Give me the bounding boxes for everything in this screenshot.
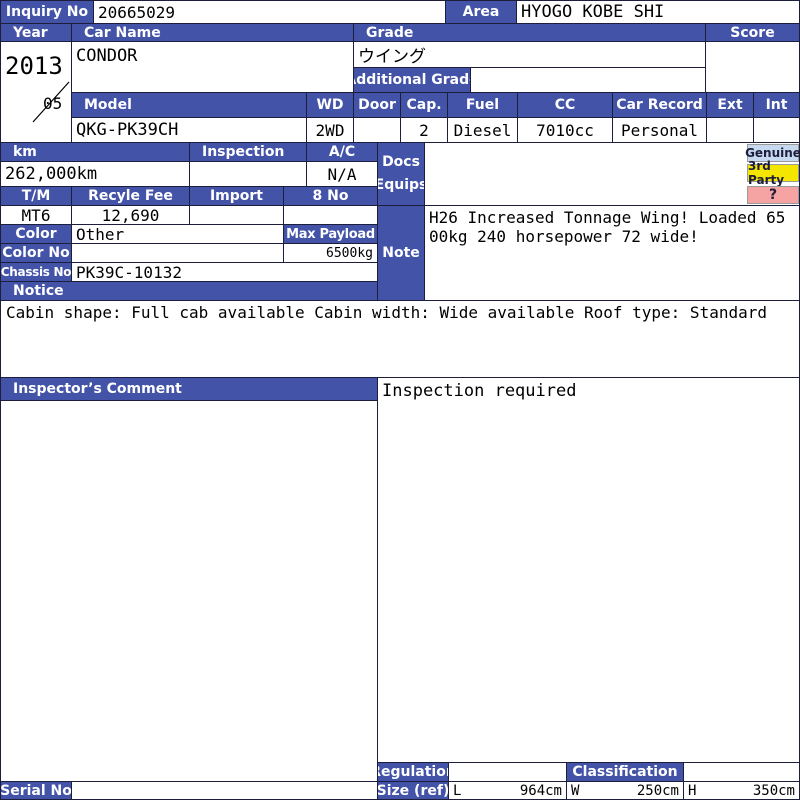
door-label: Door <box>353 92 401 118</box>
color-label: Color <box>0 224 72 244</box>
length-value: 964cm <box>519 782 562 799</box>
month-value: 05 <box>43 94 63 113</box>
fuel-value: Diesel <box>447 117 518 143</box>
import-label: Import <box>189 186 284 206</box>
height-label: H <box>688 782 697 799</box>
third-party-badge: 3rd Party <box>747 159 799 187</box>
wd-label: WD <box>306 92 354 118</box>
door-value <box>353 117 401 143</box>
width-label: W <box>571 782 580 799</box>
inspection-status-area: Inspection required <box>377 377 800 763</box>
car-record-value: Personal <box>612 117 707 143</box>
height-value: 350cm <box>752 782 795 799</box>
grade-label: Grade <box>353 23 706 42</box>
inspector-comment-label: Inspector’s Comment <box>0 377 378 401</box>
eight-no-label: 8 No <box>283 186 378 206</box>
model-value: QKG-PK39CH <box>71 117 307 143</box>
docs-label: Docs <box>382 154 420 170</box>
recycle-fee-value: 12,690 <box>71 205 190 225</box>
inquiry-no-label: Inquiry No <box>0 0 94 24</box>
import-value <box>189 205 284 225</box>
eight-no-value <box>283 205 378 225</box>
additional-grade-label: Additional Grade <box>353 67 471 93</box>
width-value: 250cm <box>636 782 679 799</box>
car-name-label: Car Name <box>71 23 354 42</box>
year-cell: 2013 05 <box>0 41 72 143</box>
cc-value: 7010cc <box>517 117 613 143</box>
docs-equips-value <box>424 142 800 206</box>
notice-value: Cabin shape: Full cab available Cabin wi… <box>0 300 800 378</box>
year-label: Year <box>0 23 72 42</box>
note-value: H26 Increased Tonnage Wing! Loaded 6500k… <box>424 205 800 301</box>
max-payload-label: Max Payload <box>283 224 378 244</box>
score-value <box>705 41 800 93</box>
note-label: Note <box>377 205 425 301</box>
notice-label: Notice <box>0 281 378 301</box>
height-cell: H 350cm <box>683 781 800 800</box>
cc-label: CC <box>517 92 613 118</box>
cap-label: Cap. <box>400 92 448 118</box>
color-no-value <box>71 243 284 263</box>
classification-value <box>683 762 800 782</box>
chassis-no-label: Chassis No <box>0 262 72 282</box>
fuel-label: Fuel <box>447 92 518 118</box>
classification-label: Classification <box>566 762 684 782</box>
area-value: HYOGO KOBE SHI <box>516 0 800 24</box>
docs-equips-label: Docs Equips <box>377 142 425 206</box>
car-name-value: CONDOR <box>71 41 354 93</box>
area-label: Area <box>445 0 517 24</box>
ext-value <box>706 117 754 143</box>
ac-label: A/C <box>306 142 378 162</box>
tm-label: T/M <box>0 186 72 206</box>
size-ref-label: Size (ref) <box>377 781 449 800</box>
cap-value: 2 <box>400 117 448 143</box>
int-value <box>753 117 800 143</box>
recycle-fee-label: Recyle Fee <box>71 186 190 206</box>
km-value: 262,000km <box>0 161 190 187</box>
wd-value: 2WD <box>306 117 354 143</box>
score-label: Score <box>705 23 800 42</box>
unknown-badge: ? <box>747 186 799 204</box>
color-no-label: Color No <box>0 243 72 263</box>
regulation-label: Regulation <box>377 762 449 782</box>
model-label: Model <box>71 92 307 118</box>
int-label: Int <box>753 92 800 118</box>
max-payload-value: 6500kg <box>283 243 378 263</box>
width-cell: W 250cm <box>566 781 684 800</box>
ac-value: N/A <box>306 161 378 187</box>
year-value: 2013 <box>5 52 63 80</box>
serial-no-label: Serial No <box>0 781 72 800</box>
inquiry-no-value: 20665029 <box>93 0 446 24</box>
serial-no-value <box>71 781 378 800</box>
car-record-label: Car Record <box>612 92 707 118</box>
length-cell: L 964cm <box>448 781 567 800</box>
tm-value: MT6 <box>0 205 72 225</box>
equips-label: Equips <box>377 177 425 193</box>
inspection-value <box>189 161 307 187</box>
grade-value: ウイング <box>353 41 706 68</box>
regulation-value <box>448 762 567 782</box>
chassis-no-value: PK39C-10132 <box>71 262 378 282</box>
length-label: L <box>453 782 462 799</box>
color-value: Other <box>71 224 284 244</box>
inspection-label: Inspection <box>189 142 307 162</box>
km-label: km <box>0 142 190 162</box>
inspector-comment-area <box>0 400 378 782</box>
ext-label: Ext <box>706 92 754 118</box>
additional-grade-value <box>470 67 706 93</box>
